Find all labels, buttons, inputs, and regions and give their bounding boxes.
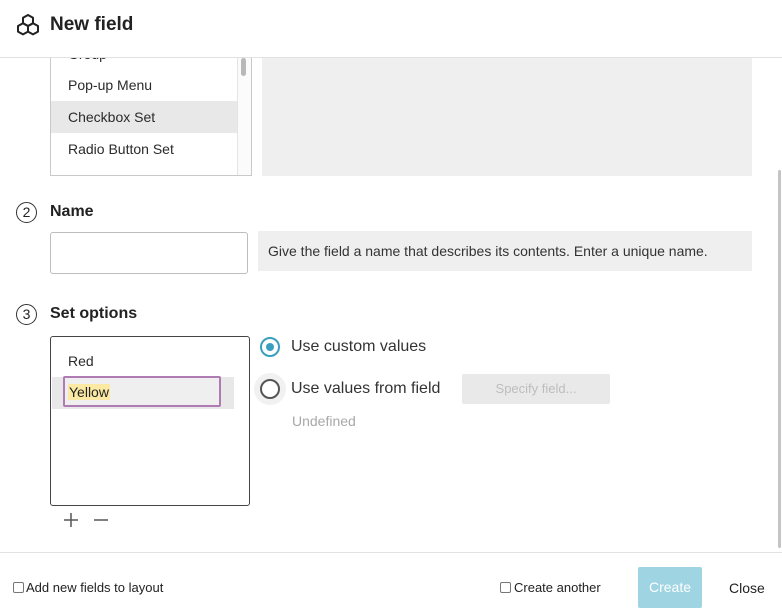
field-name-input[interactable] <box>50 232 248 274</box>
values-from-field-radio[interactable] <box>260 379 280 399</box>
custom-values-radio[interactable] <box>260 337 280 357</box>
custom-values-label[interactable]: Use custom values <box>291 338 426 356</box>
field-type-item-checkbox-set[interactable]: Checkbox Set <box>51 101 237 133</box>
field-type-scrollbar[interactable] <box>237 58 251 175</box>
name-help-text: Give the field a name that describes its… <box>268 243 708 259</box>
cubes-icon <box>17 14 39 36</box>
option-edit-text: Yellow <box>68 384 110 400</box>
create-another-checkbox[interactable] <box>500 582 511 593</box>
option-item-red[interactable]: Red <box>52 345 234 377</box>
set-options-section-label: Set options <box>50 305 138 322</box>
create-another-label[interactable]: Create another <box>514 580 601 595</box>
field-type-item-radio-button-set[interactable]: Radio Button Set <box>51 133 237 165</box>
specify-field-button[interactable]: Specify field... <box>462 374 610 404</box>
field-type-preview <box>262 58 752 176</box>
close-button[interactable]: Close <box>729 580 765 596</box>
field-type-scroll-thumb[interactable] <box>241 58 246 76</box>
value-source-status: Undefined <box>292 413 356 429</box>
values-from-field-label[interactable]: Use values from field <box>291 380 440 398</box>
add-to-layout-checkbox[interactable] <box>13 582 24 593</box>
minus-icon[interactable] <box>93 511 109 531</box>
dialog-title: New field <box>50 14 134 35</box>
field-type-item-popup-menu[interactable]: Pop-up Menu <box>51 69 237 101</box>
dialog-scrollbar[interactable] <box>778 170 781 548</box>
name-section-label: Name <box>50 203 94 220</box>
plus-icon[interactable] <box>63 511 79 531</box>
field-type-list[interactable]: Group Pop-up Menu Checkbox Set Radio But… <box>50 58 252 176</box>
step-2-badge: 2 <box>16 202 37 223</box>
create-button[interactable]: Create <box>638 567 702 608</box>
step-3-badge: 3 <box>16 304 37 325</box>
add-to-layout-label[interactable]: Add new fields to layout <box>26 580 163 595</box>
name-help-box: Give the field a name that describes its… <box>258 231 752 271</box>
dialog-header: New field <box>0 0 782 58</box>
option-edit-field[interactable]: Yellow <box>63 376 221 407</box>
options-list[interactable]: Red Yellow <box>50 336 250 506</box>
